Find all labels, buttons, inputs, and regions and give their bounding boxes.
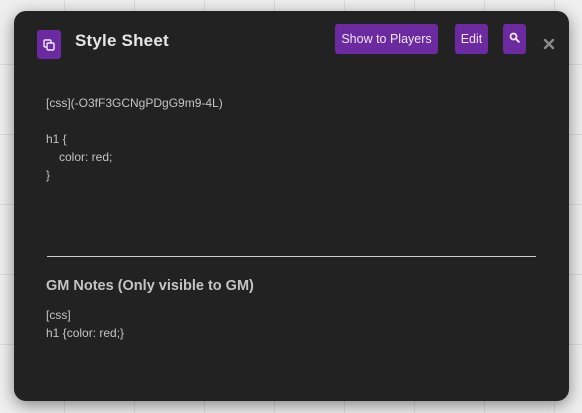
handout-dialog: Style Sheet Show to Players Edit [css](-… — [14, 11, 569, 401]
gm-notes-content: [css] h1 {color: red;} — [46, 306, 124, 342]
copy-icon — [37, 30, 61, 59]
content-line: h1 { — [46, 132, 67, 146]
section-divider — [47, 256, 536, 257]
content-line: [css](-O3fF3GCNgPDgG9m9-4L) — [46, 96, 223, 110]
show-to-players-button[interactable]: Show to Players — [335, 24, 438, 54]
content-blank-line — [46, 112, 536, 130]
content-line: color: red; — [59, 150, 113, 164]
gm-notes-heading: GM Notes (Only visible to GM) — [46, 278, 254, 294]
search-icon — [509, 32, 520, 46]
edit-button[interactable]: Edit — [455, 24, 488, 54]
close-icon[interactable] — [543, 37, 555, 50]
content-line: } — [46, 168, 51, 182]
gm-notes-line: [css] — [46, 308, 71, 322]
search-button[interactable] — [503, 24, 526, 54]
dialog-title: Style Sheet — [75, 31, 169, 50]
gm-notes-line: h1 {color: red;} — [46, 326, 125, 340]
handout-content: [css](-O3fF3GCNgPDgG9m9-4L) h1 { color: … — [46, 94, 536, 184]
